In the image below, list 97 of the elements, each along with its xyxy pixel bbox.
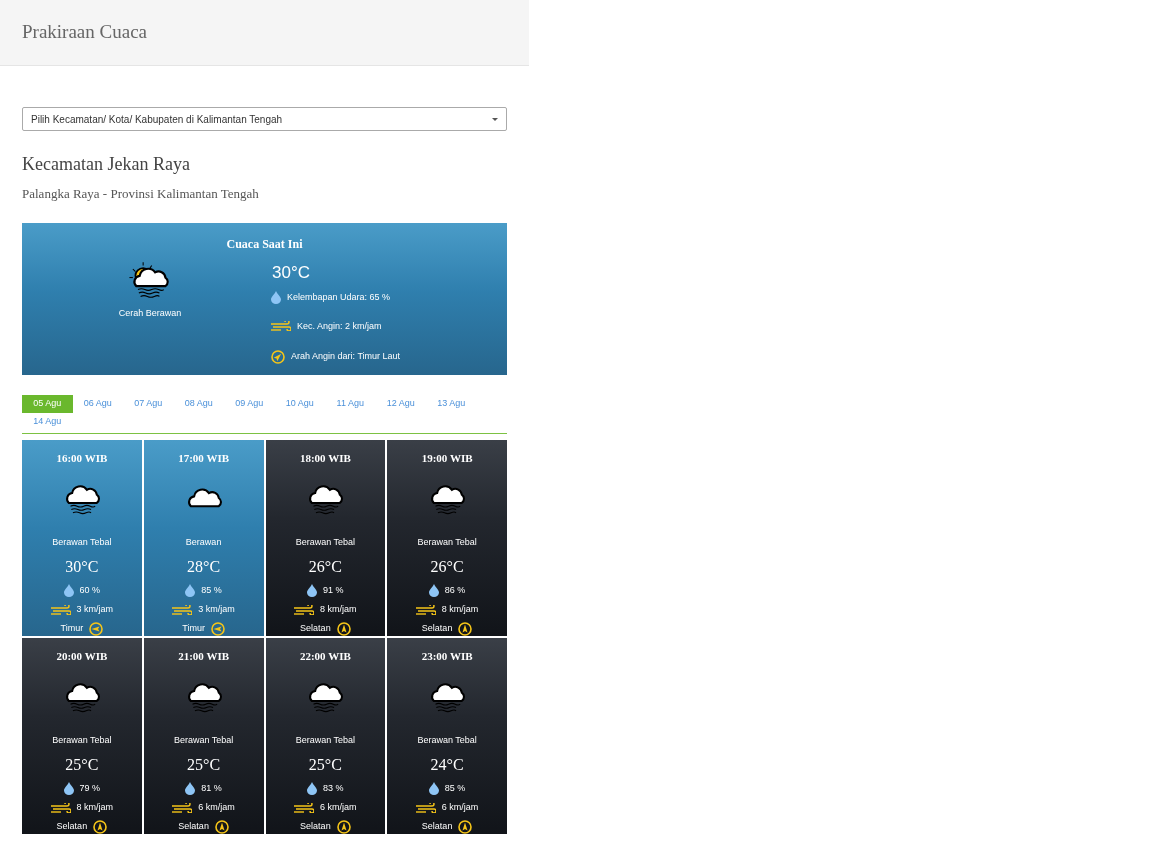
compass-icon <box>458 621 473 636</box>
compass-icon <box>336 621 351 636</box>
wind-icon <box>172 604 193 615</box>
forecast-condition: Berawan Tebal <box>295 536 356 549</box>
water-drop-icon <box>271 291 281 305</box>
forecast-time: 16:00 WIB <box>56 450 108 466</box>
dropdown-value: Pilih Kecamatan/ Kota/ Kabupaten di Kalimantan Tengah <box>31 112 283 127</box>
location-dropdown[interactable]: Pilih Kecamatan/ Kota/ Kabupaten di Kalimantan Tengah <box>22 107 507 131</box>
wind-icon <box>50 802 71 813</box>
water-drop-icon <box>307 781 318 795</box>
forecast-humidity: 60 % <box>79 583 101 597</box>
forecast-wind-direction: Timur <box>60 621 84 635</box>
forecast-wind-direction: Timur <box>182 621 205 635</box>
wind-icon <box>271 321 291 332</box>
forecast-condition: Berawan Tebal <box>295 734 356 747</box>
wind-direction-text: Arah Angin dari: Timur Laut <box>291 350 401 364</box>
current-heading: Cuaca Saat Ini <box>225 235 304 253</box>
date-tab[interactable]: 10 Agu <box>274 394 325 413</box>
date-tab[interactable]: 07 Agu <box>123 394 174 413</box>
wind-icon <box>294 604 315 615</box>
date-tab[interactable]: 09 Agu <box>224 394 275 413</box>
forecast-humidity: 91 % <box>323 583 344 597</box>
forecast-wind-direction: Selatan <box>300 621 331 635</box>
forecast-condition: Berawan Tebal <box>52 734 112 747</box>
forecast-time: 19:00 WIB <box>421 450 473 466</box>
forecast-wind-speed: 6 km/jam <box>198 801 235 814</box>
date-tab[interactable]: 13 Agu <box>426 394 477 413</box>
date-tab[interactable]: 12 Agu <box>375 394 426 413</box>
location-subtitle: Palangka Raya - Provinsi Kalimantan Tengah <box>22 185 260 203</box>
date-tab[interactable]: 05 Agu <box>22 394 73 413</box>
compass-icon <box>271 350 285 364</box>
forecast-temperature: 26°C <box>430 556 464 577</box>
forecast-wind-speed: 6 km/jam <box>320 801 357 814</box>
forecast-wind-speed: 6 km/jam <box>441 801 479 814</box>
forecast-time: 20:00 WIB <box>56 648 108 664</box>
forecast-humidity: 85 % <box>201 583 222 597</box>
wind-icon <box>415 604 436 615</box>
forecast-temperature: 25°C <box>65 754 99 775</box>
forecast-temperature: 24°C <box>430 754 464 775</box>
forecast-time: 17:00 WIB <box>178 450 230 466</box>
compass-icon <box>89 621 104 636</box>
forecast-wind-direction: Selatan <box>300 819 331 833</box>
forecast-humidity: 79 % <box>79 781 101 795</box>
forecast-temperature: 25°C <box>308 754 342 775</box>
compass-icon <box>458 819 473 834</box>
current-temperature: 30°C <box>272 261 311 284</box>
forecast-time: 18:00 WIB <box>299 450 351 466</box>
forecast-condition: Berawan <box>185 536 222 549</box>
water-drop-icon <box>428 781 439 795</box>
wind-icon <box>294 802 315 813</box>
forecast-wind-speed: 8 km/jam <box>441 603 479 616</box>
forecast-humidity: 86 % <box>444 583 466 597</box>
wind-icon <box>415 802 436 813</box>
location-title: Kecamatan Jekan Raya <box>22 153 191 176</box>
forecast-condition: Berawan Tebal <box>52 536 112 549</box>
date-tab[interactable]: 06 Agu <box>72 394 123 413</box>
wind-speed-text: Kec. Angin: 2 km/jam <box>297 319 382 333</box>
forecast-time: 23:00 WIB <box>421 648 473 664</box>
forecast-wind-speed: 3 km/jam <box>198 603 235 616</box>
water-drop-icon <box>185 583 196 597</box>
date-tab[interactable]: 11 Agu <box>325 394 376 413</box>
forecast-wind-direction: Selatan <box>421 819 453 833</box>
forecast-time: 21:00 WIB <box>178 648 230 664</box>
compass-icon <box>210 621 225 636</box>
water-drop-icon <box>428 583 439 597</box>
water-drop-icon <box>307 583 318 597</box>
forecast-wind-direction: Selatan <box>421 621 453 635</box>
forecast-wind-speed: 8 km/jam <box>320 603 357 616</box>
compass-icon <box>214 819 229 834</box>
wind-icon <box>50 604 71 615</box>
forecast-temperature: 30°C <box>65 556 99 577</box>
forecast-temperature: 26°C <box>308 556 342 577</box>
date-tab[interactable]: 14 Agu <box>22 412 73 431</box>
current-condition: Cerah Berawan <box>118 306 182 320</box>
forecast-time: 22:00 WIB <box>299 648 351 664</box>
forecast-humidity: 81 % <box>201 781 222 795</box>
forecast-wind-direction: Selatan <box>178 819 209 833</box>
compass-icon <box>336 819 351 834</box>
forecast-temperature: 28°C <box>187 556 221 577</box>
caret-icon <box>492 117 498 121</box>
forecast-condition: Berawan Tebal <box>417 536 477 549</box>
forecast-condition: Berawan Tebal <box>417 734 477 747</box>
forecast-wind-direction: Selatan <box>56 819 88 833</box>
water-drop-icon <box>185 781 196 795</box>
humidity-text: Kelembapan Udara: 65 % <box>287 291 391 304</box>
water-drop-icon <box>63 781 74 795</box>
forecast-wind-speed: 8 km/jam <box>76 801 114 814</box>
date-tab[interactable]: 08 Agu <box>173 394 224 413</box>
compass-icon <box>93 819 108 834</box>
forecast-temperature: 25°C <box>187 754 221 775</box>
water-drop-icon <box>63 583 74 597</box>
forecast-wind-speed: 3 km/jam <box>76 603 114 616</box>
wind-icon <box>172 802 193 813</box>
page-title: Prakiraan Cuaca <box>22 20 148 45</box>
forecast-humidity: 83 % <box>323 781 344 795</box>
forecast-condition: Berawan Tebal <box>173 734 234 747</box>
forecast-humidity: 85 % <box>444 781 466 795</box>
